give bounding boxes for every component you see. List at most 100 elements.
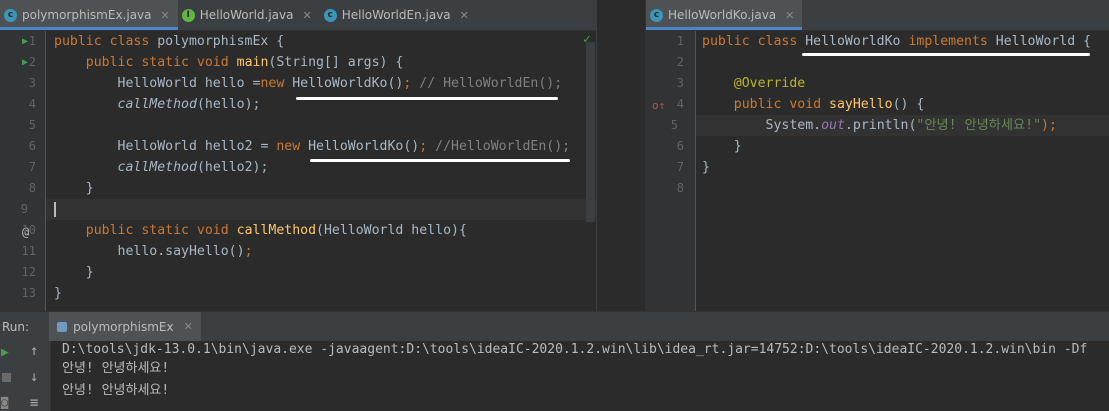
right-editor[interactable]: c HelloWorldKo.java ✕ o↑ 1 public class H… [646,0,1109,311]
run-tab-label: polymorphismEx [73,319,174,334]
close-icon[interactable]: ✕ [785,9,794,22]
current-line: 9 [21,199,596,220]
line-number: 1 [676,34,684,48]
rerun-icon[interactable]: ▶ [1,345,9,360]
code-token: out [821,118,845,133]
code-comment: // HelloWorldEn(); [419,76,563,91]
line-number: 9 [20,202,28,216]
console-output[interactable]: ▶ ◙ ↑ ↓ ≡ D:\tools\jdk-13.0.1\bin\java.e… [0,341,1109,411]
code-token: new [260,76,293,91]
code-line: 12 } [22,262,596,283]
code-token: System. [765,118,822,133]
close-icon[interactable]: ✕ [460,9,469,22]
annotation-underline [802,53,1090,56]
code-line: 1 public class polymorphismEx { [29,31,596,52]
right-code-area[interactable]: 1 public class HelloWorldKo implements He… [671,31,1109,311]
close-icon[interactable]: ✕ [184,320,193,333]
close-icon[interactable]: ✕ [302,9,311,22]
tab-label: HelloWorldKo.java [668,8,777,22]
soft-wrap-icon[interactable]: ≡ [30,395,38,411]
code-token: .println( [844,118,917,133]
interface-icon: I [181,8,195,22]
line-number: 4 [676,97,684,111]
code-string: "안녕! 안녕하세요!" [916,118,1042,133]
code-token: HelloWorld hello2 = [117,139,277,154]
code-token: ; [419,139,436,154]
tab-polymorphismex[interactable]: c polymorphismEx.java ✕ [0,0,178,30]
class-icon: c [4,8,17,22]
code-token: main [236,55,269,70]
code-line: 2 public static void main(String[] args)… [29,52,596,73]
stop-icon[interactable] [2,373,11,382]
console-nav-toolbar: ↑ ↓ ≡ [22,341,51,411]
camera-icon[interactable]: ◙ [1,395,8,409]
code-line: 8 [677,178,1109,199]
code-line: 5 [29,115,596,136]
tab-label: polymorphismEx.java [22,8,152,22]
code-token: polymorphismEx { [157,34,285,49]
line-number: 5 [670,118,678,132]
code-token: HelloWorldKo() [292,76,404,91]
code-token: callMethod [236,223,317,238]
class-icon: c [650,8,663,22]
line-number: 6 [676,139,684,153]
code-token: implements [908,34,996,49]
code-token: public static void [85,223,237,238]
line-number: 6 [28,139,36,153]
code-line: 6 HelloWorld hello2 = new HelloWorldKo()… [29,136,596,157]
code-token: callMethod [117,97,197,112]
tab-label: HelloWorldEn.java [341,8,451,22]
code-line: 4 public void sayHello() { [677,94,1109,115]
code-token: sayHello [829,97,893,112]
code-token: () { [892,97,925,112]
current-line: 5 System.out.println("안녕! 안녕하세요!"); [671,115,1109,136]
code-token: public static void [85,55,237,70]
line-number: 7 [676,160,684,174]
code-token: } [85,265,94,280]
run-label: Run: [2,319,30,334]
code-token: (hello2); [196,160,269,175]
line-number: 13 [21,286,36,300]
line-number: 3 [28,76,36,90]
run-tab[interactable]: polymorphismEx ✕ [49,311,201,342]
code-token: public class [54,34,158,49]
left-editor[interactable]: c polymorphismEx.java ✕ I HelloWorld.jav… [0,0,596,311]
console-line: 안녕! 안녕하세요! [62,383,170,398]
code-token: } [54,286,62,301]
code-token: } [733,139,742,154]
code-comment: //HelloWorldEn(); [435,139,571,154]
arrow-down-icon[interactable]: ↓ [30,369,38,385]
code-line: 7} [677,157,1109,178]
code-line: 13} [22,283,596,304]
code-token: (String[] args) { [268,55,404,70]
code-line: 10 public static void callMethod(HelloWo… [22,220,596,241]
annotation-underline [296,97,558,100]
line-number: 2 [28,55,36,69]
left-code-area[interactable]: 1 public class polymorphismEx { 2 public … [21,31,596,311]
run-toolbar: Run: polymorphismEx ✕ [0,311,1109,342]
code-token: public class [702,34,806,49]
vertical-scrollbar[interactable] [586,42,595,222]
line-number: 10 [21,223,36,237]
line-number: 8 [676,181,684,195]
code-token: new [276,139,309,154]
code-line: 11 hello.sayHello(); [22,241,596,262]
code-token: (hello); [196,97,261,112]
arrow-up-icon[interactable]: ↑ [30,343,38,359]
editor-splitter[interactable] [596,0,646,311]
close-icon[interactable]: ✕ [161,9,170,22]
code-token: (HelloWorld hello){ [316,223,467,238]
class-icon: c [323,8,337,22]
console-line: 안녕! 안녕하세요! [62,361,170,376]
code-token: HelloWorld { [995,34,1092,49]
text-caret [54,202,56,217]
line-number: 2 [676,55,684,69]
tab-helloworldko[interactable]: c HelloWorldKo.java ✕ [646,0,803,30]
code-token: } [702,160,710,175]
tab-helloworld[interactable]: I HelloWorld.java ✕ [178,0,320,30]
code-token: ; [244,244,253,259]
code-line: 3 @Override [677,73,1109,94]
code-token: HelloWorldKo() [308,139,420,154]
tab-helloworlden[interactable]: c HelloWorldEn.java ✕ [320,0,477,30]
code-line: 1 public class HelloWorldKo implements He… [677,31,1109,52]
